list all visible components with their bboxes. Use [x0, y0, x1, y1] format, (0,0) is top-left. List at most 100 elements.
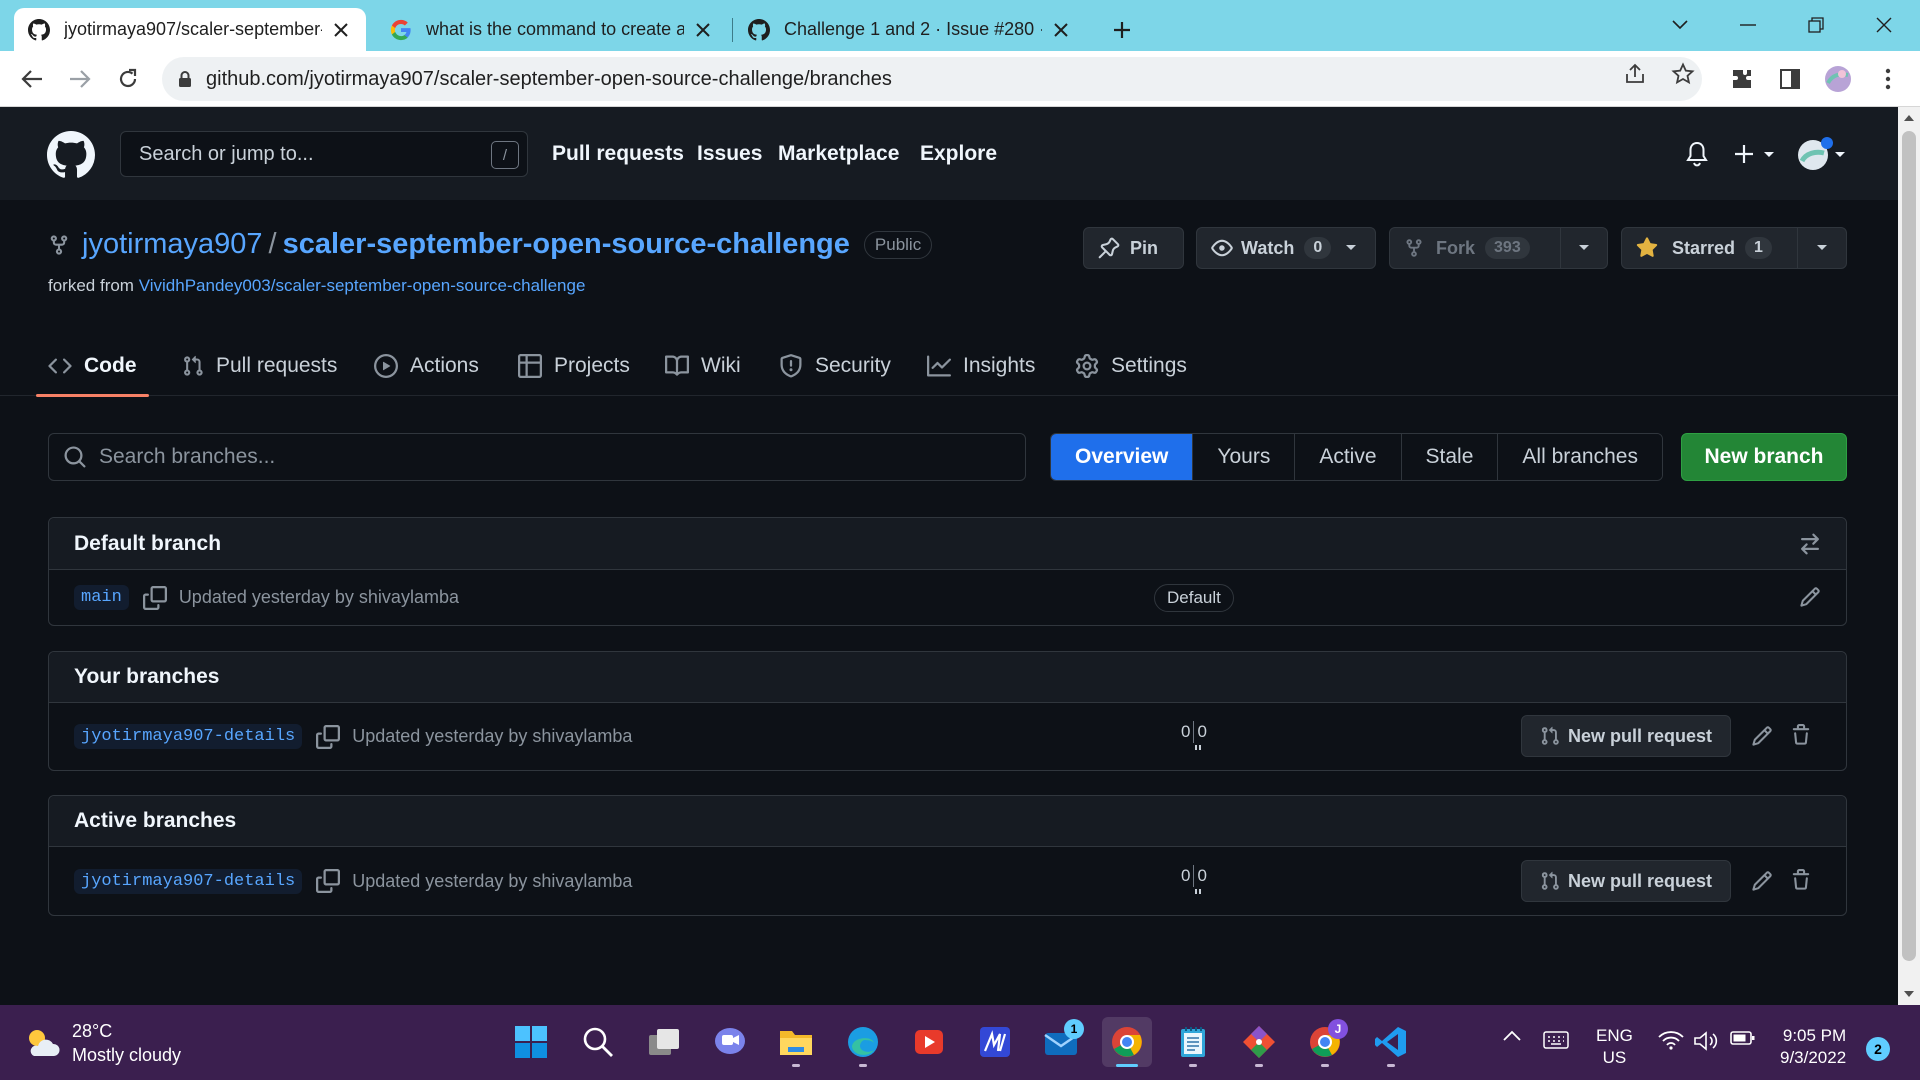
notepad-app[interactable]: [1168, 1017, 1218, 1067]
extensions-icon[interactable]: [1728, 65, 1756, 93]
restore-button[interactable]: [1796, 8, 1836, 42]
math-app[interactable]: [970, 1017, 1020, 1067]
git-gui-app[interactable]: [1234, 1017, 1284, 1067]
tab-actions[interactable]: Actions: [374, 336, 479, 396]
page-scrollbar[interactable]: [1898, 107, 1920, 1005]
fork-dropdown[interactable]: [1561, 228, 1607, 268]
forked-from-link[interactable]: VividhPandey003/scaler-september-open-so…: [139, 276, 586, 295]
chevron-up-icon[interactable]: [1502, 1030, 1522, 1042]
filter-stale[interactable]: Stale: [1400, 434, 1498, 480]
side-panel-icon[interactable]: [1776, 65, 1804, 93]
browser-tab-1[interactable]: jyotirmaya907/scaler-september-open-sour…: [14, 8, 366, 51]
back-button[interactable]: [14, 61, 50, 97]
weather-widget[interactable]: 28°C Mostly cloudy: [24, 1019, 181, 1067]
chrome-profile-app[interactable]: J: [1300, 1017, 1350, 1067]
chrome-profile-badge: J: [1328, 1019, 1348, 1039]
start-button[interactable]: [506, 1017, 556, 1067]
global-search-input[interactable]: Search or jump to... /: [120, 131, 528, 177]
copy-icon[interactable]: [316, 869, 341, 893]
tab-security[interactable]: Security: [779, 336, 891, 396]
scroll-up-icon[interactable]: [1898, 107, 1920, 129]
system-clock[interactable]: 9:05 PM 9/3/2022: [1780, 1025, 1846, 1069]
lock-icon[interactable]: [178, 70, 192, 88]
tab-pull-requests[interactable]: Pull requests: [182, 336, 337, 396]
nav-explore[interactable]: Explore: [920, 142, 997, 166]
pencil-icon[interactable]: [1796, 583, 1824, 611]
close-tab-icon[interactable]: [1050, 19, 1072, 41]
media-player-app[interactable]: [904, 1017, 954, 1067]
branch-name-link[interactable]: jyotirmaya907-details: [74, 724, 303, 749]
scroll-thumb[interactable]: [1902, 131, 1916, 961]
filter-active[interactable]: Active: [1294, 434, 1401, 480]
input-language-indicator[interactable]: ENG US: [1596, 1025, 1633, 1069]
profile-avatar[interactable]: [1824, 65, 1852, 93]
menu-kebab-icon[interactable]: [1874, 65, 1902, 93]
battery-icon[interactable]: [1730, 1030, 1756, 1046]
pencil-icon[interactable]: [1748, 722, 1776, 750]
edge-browser-app[interactable]: [838, 1017, 888, 1067]
pencil-icon[interactable]: [1748, 867, 1776, 895]
taskbar-search-button[interactable]: [573, 1017, 623, 1067]
browser-tab-3[interactable]: Challenge 1 and 2 · Issue #280 · s: [734, 8, 1086, 51]
reload-button[interactable]: [110, 61, 146, 97]
tab-code[interactable]: Code: [36, 336, 149, 397]
file-explorer-app[interactable]: [771, 1017, 821, 1067]
nav-issues[interactable]: Issues: [697, 142, 762, 166]
watch-button[interactable]: Watch 0: [1196, 227, 1376, 269]
address-bar[interactable]: github.com/jyotirmaya907/scaler-septembe…: [162, 57, 1702, 101]
create-new-menu[interactable]: [1732, 139, 1780, 169]
keyboard-icon[interactable]: [1543, 1030, 1569, 1050]
notification-count-badge[interactable]: 2: [1866, 1037, 1890, 1061]
code-icon: [48, 354, 72, 378]
branch-search-input[interactable]: [99, 445, 999, 469]
filter-all-branches[interactable]: All branches: [1497, 434, 1662, 480]
copy-icon[interactable]: [142, 585, 167, 610]
vscode-app[interactable]: [1366, 1017, 1416, 1067]
teams-chat-app[interactable]: [705, 1017, 755, 1067]
star-list-dropdown[interactable]: [1798, 228, 1846, 268]
new-pull-request-button[interactable]: New pull request: [1521, 860, 1732, 902]
pin-button[interactable]: Pin: [1083, 227, 1184, 269]
task-view-button[interactable]: [639, 1017, 689, 1067]
new-pull-request-button[interactable]: New pull request: [1521, 715, 1732, 757]
close-window-button[interactable]: [1864, 8, 1904, 42]
share-icon[interactable]: [1622, 61, 1648, 87]
repo-owner-link[interactable]: jyotirmaya907: [82, 228, 263, 261]
new-branch-button[interactable]: New branch: [1681, 433, 1847, 481]
nav-pull-requests[interactable]: Pull requests: [552, 142, 684, 166]
nav-marketplace[interactable]: Marketplace: [778, 142, 899, 166]
filter-overview[interactable]: Overview: [1051, 434, 1193, 480]
branch-name-link[interactable]: main: [74, 585, 129, 610]
close-tab-icon[interactable]: [692, 19, 714, 41]
tab-projects[interactable]: Projects: [518, 336, 630, 396]
close-tab-icon[interactable]: [330, 19, 352, 41]
github-logo-icon[interactable]: [47, 131, 95, 179]
tab-insights[interactable]: Insights: [927, 336, 1035, 396]
trash-icon[interactable]: [1787, 866, 1815, 894]
tab-search-button[interactable]: [1660, 8, 1700, 42]
copy-icon[interactable]: [316, 724, 341, 749]
star-button[interactable]: Starred 1: [1621, 227, 1847, 269]
fork-button[interactable]: Fork 393: [1389, 227, 1608, 269]
mail-app[interactable]: 1: [1036, 1017, 1086, 1067]
filter-yours[interactable]: Yours: [1192, 434, 1295, 480]
repo-name-link[interactable]: scaler-september-open-source-challenge: [283, 228, 850, 261]
scroll-down-icon[interactable]: [1898, 983, 1920, 1005]
minimize-button[interactable]: [1728, 8, 1768, 42]
branch-name-link[interactable]: jyotirmaya907-details: [74, 868, 303, 894]
new-tab-button[interactable]: [1104, 12, 1140, 48]
tab-code-label: Code: [84, 354, 137, 377]
tab-wiki[interactable]: Wiki: [665, 336, 741, 396]
mail-badge: 1: [1064, 1019, 1084, 1039]
tab-settings[interactable]: Settings: [1075, 336, 1187, 396]
wifi-icon[interactable]: [1658, 1030, 1684, 1050]
bookmark-star-icon[interactable]: [1670, 61, 1696, 87]
browser-tab-2[interactable]: what is the command to create a branch: [376, 8, 728, 51]
trash-icon[interactable]: [1787, 721, 1815, 749]
forward-button[interactable]: [62, 61, 98, 97]
bell-icon[interactable]: [1682, 139, 1712, 169]
volume-icon[interactable]: [1693, 1030, 1719, 1052]
chrome-app[interactable]: [1102, 1017, 1152, 1067]
user-avatar-menu[interactable]: [1796, 135, 1848, 173]
switch-default-branch-icon[interactable]: [1796, 530, 1824, 558]
